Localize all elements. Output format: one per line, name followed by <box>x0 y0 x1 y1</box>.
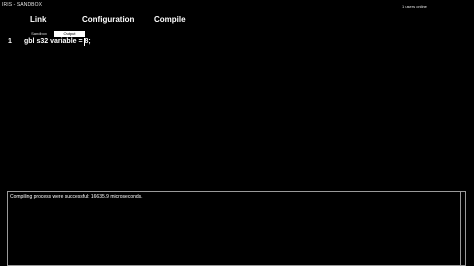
tab-output[interactable]: Output <box>54 31 85 37</box>
code-editor-line[interactable]: gbl s32 variable = 8; <box>24 38 91 45</box>
console-scrollbar[interactable] <box>460 192 465 265</box>
output-console[interactable]: Compiling process were successful: 16635… <box>7 191 466 266</box>
window-title: IRIS - SANDBOX <box>2 2 43 8</box>
text-caret <box>84 38 85 46</box>
nav-link-button[interactable]: Link <box>30 15 46 24</box>
line-number: 1 <box>8 38 12 45</box>
users-online-status: 1 users online <box>402 4 427 9</box>
console-message: Compiling process were successful: 16635… <box>10 194 143 200</box>
nav-configuration-button[interactable]: Configuration <box>82 15 134 24</box>
tab-sandbox[interactable]: Sandbox <box>24 31 54 37</box>
nav-compile-button[interactable]: Compile <box>154 15 186 24</box>
